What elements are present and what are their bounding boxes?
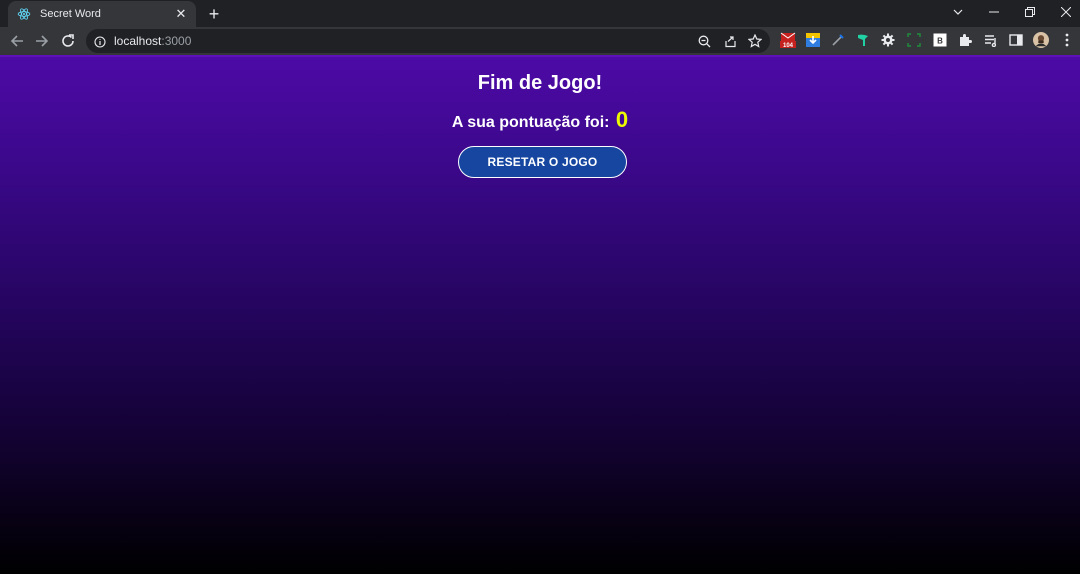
- side-panel-icon[interactable]: [1008, 32, 1024, 48]
- tab-strip: Secret Word ✕ +: [0, 0, 1080, 27]
- tab-title: Secret Word: [40, 8, 101, 20]
- tab-close-icon[interactable]: ✕: [174, 7, 188, 21]
- restore-icon[interactable]: [1012, 0, 1048, 24]
- game-page: Fim de Jogo! A sua pontuação foi: 0 RESE…: [0, 55, 1080, 574]
- extensions-puzzle-icon[interactable]: [957, 32, 973, 48]
- tab-search-chevron-icon[interactable]: [940, 0, 976, 24]
- zoom-icon[interactable]: [696, 33, 712, 49]
- bird-extension-icon[interactable]: [855, 32, 871, 48]
- gear-extension-icon[interactable]: [880, 32, 896, 48]
- game-over-title: Fim de Jogo!: [477, 72, 603, 94]
- react-icon: [16, 6, 32, 22]
- share-icon[interactable]: [722, 33, 738, 49]
- color-picker-icon[interactable]: [830, 32, 846, 48]
- b-extension-icon[interactable]: B: [932, 32, 948, 48]
- profile-avatar[interactable]: [1033, 32, 1049, 48]
- mail-extension-icon[interactable]: 104: [780, 32, 796, 48]
- back-icon[interactable]: [7, 31, 27, 51]
- media-queue-icon[interactable]: [983, 32, 999, 48]
- url-port: :3000: [161, 34, 192, 48]
- browser-toolbar: localhost:3000 104 B: [0, 27, 1080, 55]
- forward-icon[interactable]: [32, 31, 52, 51]
- new-tab-icon[interactable]: +: [204, 4, 224, 24]
- site-info-icon[interactable]: [94, 35, 106, 48]
- url-host: localhost: [114, 34, 162, 48]
- minimize-icon[interactable]: [976, 0, 1012, 24]
- browser-tab[interactable]: Secret Word ✕: [8, 1, 196, 27]
- score-label: A sua pontuação foi:: [451, 114, 610, 131]
- bookmark-star-icon[interactable]: [747, 33, 763, 49]
- extension-badge: 104: [783, 43, 794, 48]
- address-bar[interactable]: localhost:3000: [86, 29, 770, 53]
- chrome-menu-icon[interactable]: [1059, 32, 1075, 48]
- download-extension-icon[interactable]: [805, 32, 821, 48]
- close-window-icon[interactable]: [1048, 0, 1080, 24]
- reset-game-button[interactable]: RESETAR O JOGO: [458, 146, 627, 178]
- screenshot-extension-icon[interactable]: [906, 32, 922, 48]
- b-extension-letter: B: [937, 37, 943, 46]
- score-value: 0: [615, 107, 629, 132]
- reload-icon[interactable]: [58, 31, 78, 51]
- score-line: A sua pontuação foi: 0: [0, 107, 1080, 133]
